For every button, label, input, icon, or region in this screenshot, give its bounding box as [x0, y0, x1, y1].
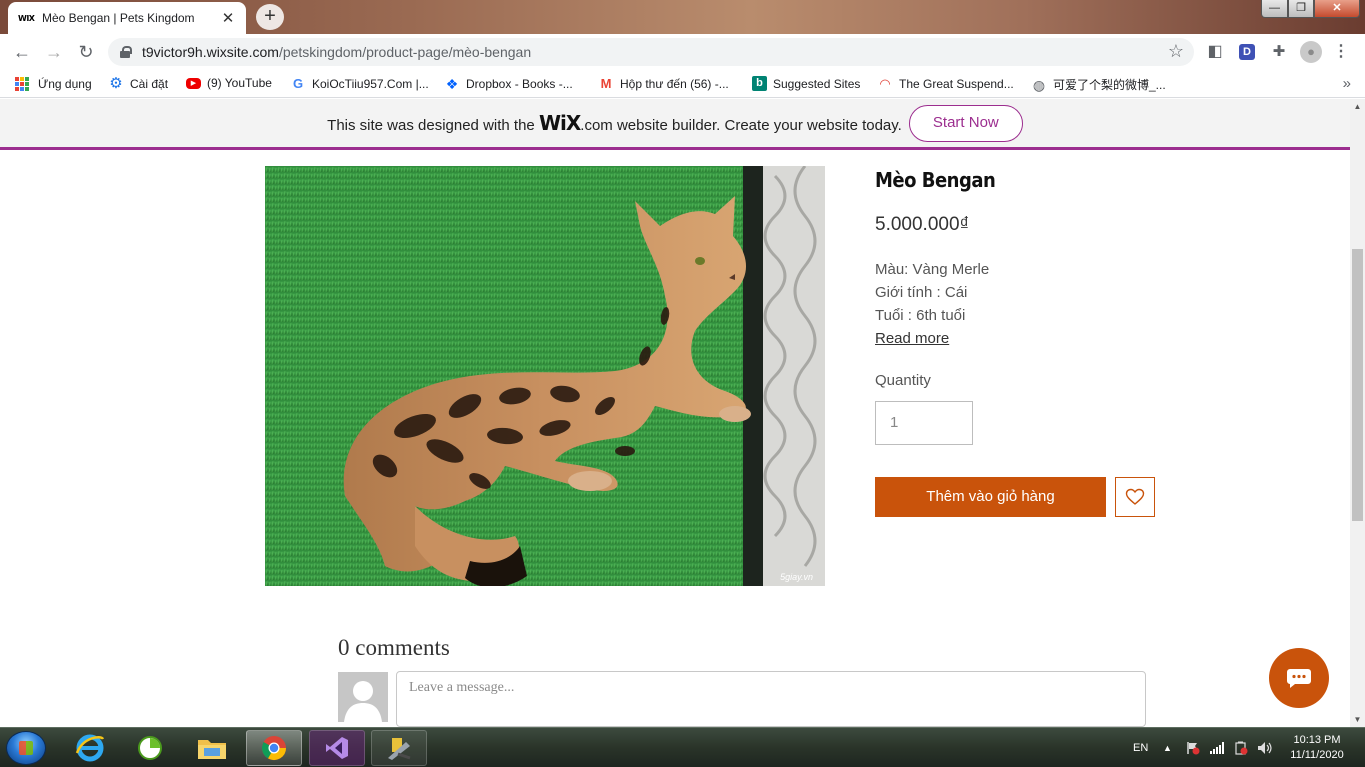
- reload-icon[interactable]: ↻: [74, 40, 98, 64]
- url-host: t9victor9h.wixsite.com: [142, 44, 279, 60]
- scroll-down-icon[interactable]: ▼: [1350, 712, 1365, 727]
- battery-warning-icon[interactable]: [1234, 728, 1248, 767]
- bookmark-suggested-sites[interactable]: b Suggested Sites: [752, 76, 860, 91]
- clock-time: 10:13 PM: [1293, 734, 1341, 746]
- rainbow-icon: ◠: [879, 76, 891, 91]
- gear-icon: ⚙: [109, 75, 123, 92]
- product-title: Mèo Bengan: [875, 168, 996, 192]
- user-avatar-icon: [338, 672, 388, 722]
- bookmark-label: Cài đặt: [130, 77, 169, 91]
- browser-tab[interactable]: WIX Mèo Bengan | Pets Kingdom ✕: [8, 2, 246, 34]
- wix-promo-banner: This site was designed with the WiX.com …: [0, 99, 1350, 150]
- bookmarks-bar: Ứng dụng ⚙ Cài đặt ▶ (9) YouTube G KoiOc…: [0, 70, 1365, 98]
- bookmark-weibo[interactable]: ◍ 可爱了个梨的微博_...: [1031, 76, 1166, 93]
- cart-actions: Thêm vào giỏ hàng: [875, 477, 1175, 517]
- product-info-panel: Mèo Bengan 5.000.000₫ Màu: Vàng Merle Gi…: [875, 166, 1175, 517]
- bookmark-label: The Great Suspend...: [899, 77, 1014, 91]
- window-minimize-button[interactable]: —: [1261, 0, 1288, 18]
- extensions-puzzle-icon[interactable]: ✚: [1270, 43, 1288, 61]
- youtube-icon: ▶: [186, 77, 201, 89]
- dropbox-icon: ❖: [445, 76, 459, 92]
- file-explorer-icon[interactable]: [184, 730, 240, 766]
- profile-avatar-icon[interactable]: ●: [1300, 41, 1322, 63]
- network-signal-icon[interactable]: [1210, 728, 1224, 767]
- extension-d-icon[interactable]: D: [1239, 44, 1255, 60]
- address-bar[interactable]: t9victor9h.wixsite.com/petskingdom/produ…: [108, 38, 1194, 66]
- bookmark-label: Suggested Sites: [773, 76, 861, 91]
- window-close-button[interactable]: ✕: [1314, 0, 1360, 18]
- bookmark-youtube[interactable]: ▶ (9) YouTube: [186, 76, 272, 90]
- bengal-cat-photo: [265, 166, 825, 586]
- wishlist-button[interactable]: [1115, 477, 1155, 517]
- bookmark-koioctiiu[interactable]: G KoiOcTiiu957.Com |...: [290, 76, 429, 92]
- scroll-up-icon[interactable]: ▲: [1350, 99, 1365, 114]
- quantity-label: Quantity: [875, 372, 931, 389]
- wix-favicon-icon: WIX: [18, 13, 35, 23]
- lock-icon[interactable]: [120, 46, 132, 58]
- gmail-icon: M: [600, 76, 612, 91]
- comment-input[interactable]: Leave a message...: [396, 671, 1146, 727]
- scroll-thumb[interactable]: [1352, 249, 1363, 521]
- back-arrow-icon[interactable]: ←: [10, 40, 34, 64]
- bookmark-label: Dropbox - Books -...: [466, 77, 573, 91]
- internet-explorer-icon[interactable]: [62, 730, 118, 766]
- chat-icon: [1287, 669, 1311, 688]
- language-indicator[interactable]: EN: [1133, 728, 1148, 767]
- globe-icon: ◍: [1032, 76, 1046, 93]
- bookmark-gmail[interactable]: M Hộp thư đến (56) -...: [598, 76, 729, 92]
- image-watermark: 5giay.vn: [780, 572, 813, 582]
- chat-button[interactable]: [1269, 648, 1329, 708]
- start-now-button[interactable]: Start Now: [908, 104, 1023, 142]
- wix-logo: WiX: [538, 111, 581, 135]
- start-button[interactable]: [6, 731, 46, 765]
- window-maximize-button[interactable]: ❐: [1288, 0, 1314, 18]
- tab-title: Mèo Bengan | Pets Kingdom: [42, 11, 195, 25]
- chrome-taskbar-icon[interactable]: [246, 730, 302, 766]
- utility-app-icon[interactable]: [122, 730, 178, 766]
- bing-icon: b: [752, 76, 767, 91]
- url-path: /petskingdom/product-page/mèo-bengan: [278, 44, 532, 60]
- quantity-input[interactable]: 1: [875, 401, 973, 445]
- volume-icon[interactable]: [1257, 728, 1273, 767]
- browser-tab-strip: WIX Mèo Bengan | Pets Kingdom ✕ + — ❐ ✕: [0, 0, 1365, 34]
- bookmark-label: Ứng dụng: [38, 77, 92, 91]
- taskbar-clock[interactable]: 10:13 PM 11/11/2020: [1282, 733, 1352, 763]
- forward-arrow-icon[interactable]: →: [42, 40, 66, 64]
- heart-icon: [1125, 488, 1145, 505]
- read-more-link[interactable]: Read more: [875, 327, 1175, 350]
- product-image[interactable]: 5giay.vn: [265, 166, 825, 586]
- tab-close-icon[interactable]: ✕: [220, 9, 236, 27]
- product-description: Màu: Vàng Merle Giới tính : Cái Tuổi : 6…: [875, 258, 1175, 350]
- tools-app-icon[interactable]: [371, 730, 427, 766]
- apps-grid-icon: [14, 76, 30, 92]
- bookmark-dropbox[interactable]: ❖ Dropbox - Books -...: [444, 76, 573, 92]
- google-icon: G: [292, 76, 304, 91]
- description-line: Màu: Vàng Merle: [875, 261, 990, 278]
- description-line: Giới tính : Cái: [875, 284, 968, 301]
- bookmark-label: 可爱了个梨的微博_...: [1053, 78, 1166, 92]
- bookmarks-overflow-icon[interactable]: »: [1343, 75, 1351, 92]
- browser-toolbar: ← → ↻ t9victor9h.wixsite.com/petskingdom…: [0, 34, 1365, 70]
- wix-banner-text: This site was designed with the WiX.com …: [327, 111, 902, 135]
- product-price: 5.000.000₫: [875, 214, 970, 235]
- clock-date: 11/11/2020: [1290, 749, 1344, 761]
- show-hidden-icons-icon[interactable]: ▲: [1163, 728, 1172, 767]
- windows-taskbar: EN ▲ 10:13 PM 11/11/2020: [0, 727, 1365, 767]
- new-tab-button[interactable]: +: [256, 4, 284, 30]
- comments-heading: 0 comments: [338, 635, 450, 660]
- add-to-cart-button[interactable]: Thêm vào giỏ hàng: [875, 477, 1106, 517]
- action-center-flag-icon[interactable]: [1186, 728, 1200, 767]
- chrome-menu-icon[interactable]: ⋮: [1332, 43, 1350, 61]
- bookmark-settings[interactable]: ⚙ Cài đặt: [108, 76, 168, 92]
- page-scrollbar[interactable]: ▲ ▼: [1350, 99, 1365, 727]
- bookmark-great-suspender[interactable]: ◠ The Great Suspend...: [877, 76, 1014, 92]
- bookmark-label: KoiOcTiiu957.Com |...: [312, 77, 429, 91]
- bookmark-star-icon[interactable]: ☆: [1168, 41, 1184, 62]
- bookmark-label: Hộp thư đến (56) -...: [620, 77, 729, 91]
- bookmark-apps[interactable]: Ứng dụng: [14, 76, 92, 92]
- visual-studio-icon[interactable]: [309, 730, 365, 766]
- bookmark-label: (9) YouTube: [207, 76, 272, 90]
- extension-tab-icon[interactable]: ◧: [1206, 43, 1224, 61]
- description-line: Tuổi : 6th tuổi: [875, 307, 966, 324]
